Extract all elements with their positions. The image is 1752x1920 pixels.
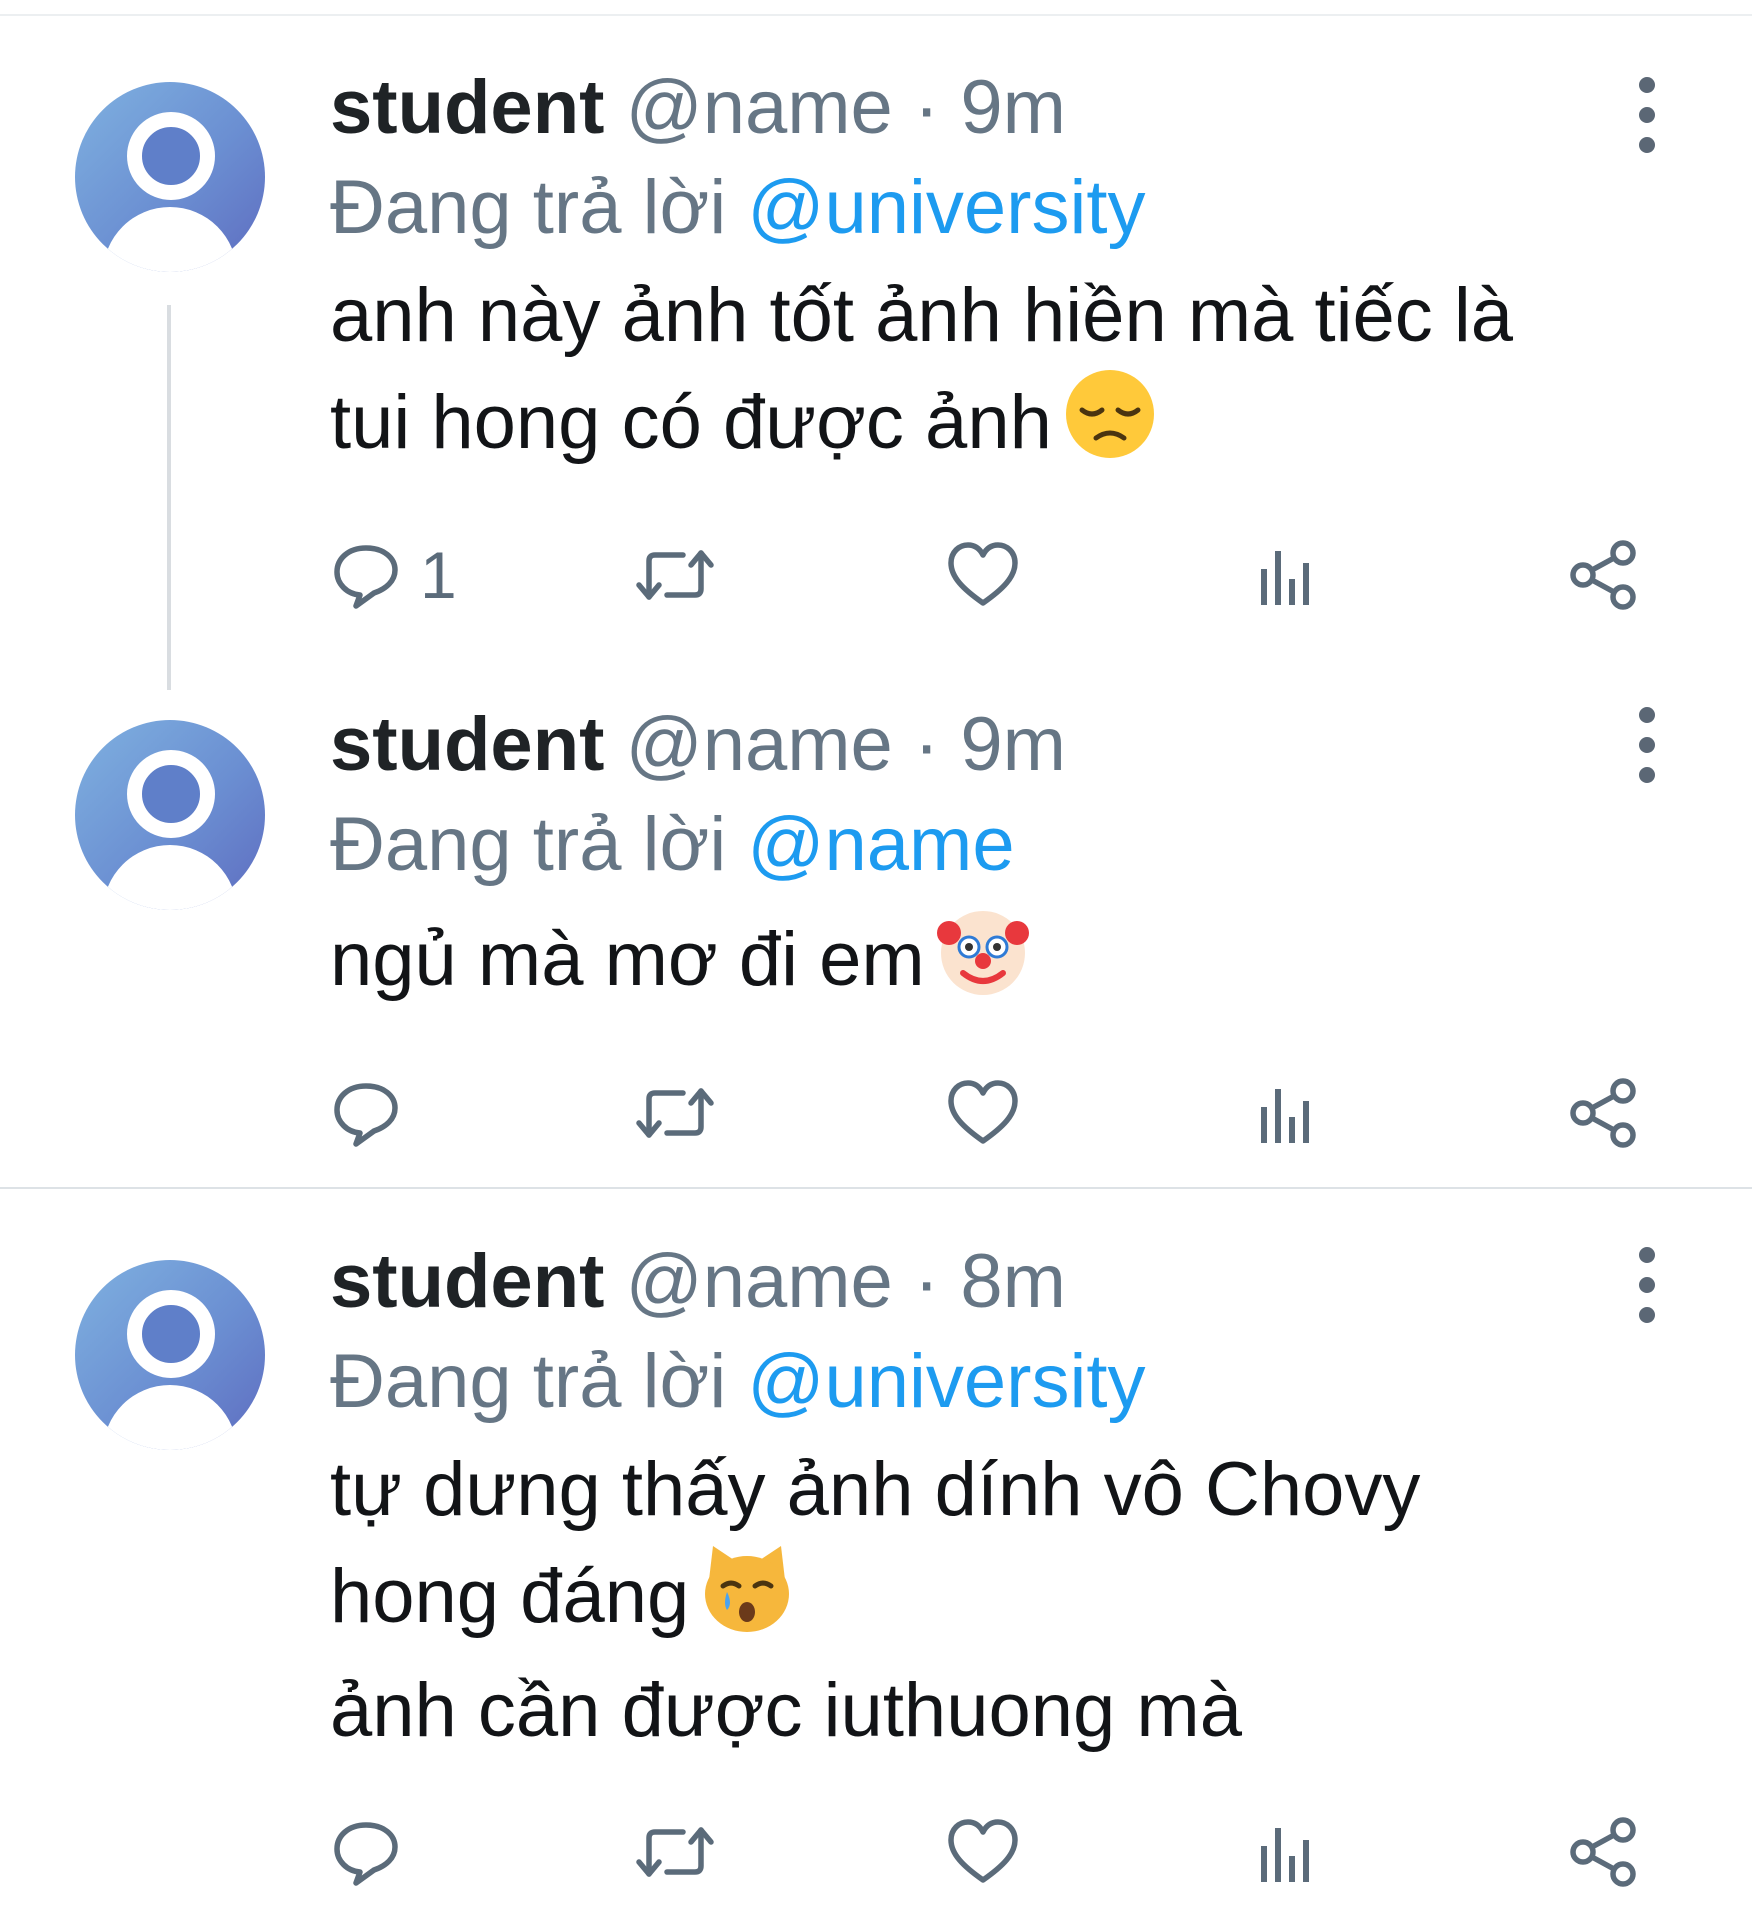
retweet-button[interactable] — [635, 1812, 715, 1892]
heart-icon — [948, 542, 1018, 606]
reply-button[interactable]: 1 — [330, 535, 457, 615]
replying-to-mention[interactable]: @name — [747, 802, 1014, 887]
replying-to: Đang trả lời @university — [330, 1332, 1672, 1432]
avatar[interactable] — [75, 82, 265, 272]
display-name[interactable]: student — [330, 1239, 604, 1324]
tweet-text-line: tự dưng thấy ảnh dính vô Chovy — [330, 1447, 1421, 1532]
reply-icon — [334, 1083, 398, 1147]
tweet-text: anh này ảnh tốt ảnh hiền mà tiếc là tui … — [330, 266, 1672, 487]
separator-dot: · — [913, 1239, 940, 1324]
tweet-header: student @name · 9m — [330, 58, 1672, 158]
tweet-header: student @name · 8m — [330, 1232, 1672, 1332]
replying-to-label: Đang trả lời — [330, 165, 727, 250]
timestamp[interactable]: 8m — [960, 1239, 1066, 1324]
tweet-actions: 1 — [330, 535, 1660, 615]
views-button[interactable] — [1255, 1812, 1319, 1892]
display-name[interactable]: student — [330, 702, 604, 787]
avatar[interactable] — [75, 1260, 265, 1450]
share-icon — [1570, 1078, 1636, 1148]
replying-to: Đang trả lời @university — [330, 158, 1672, 258]
tweet-divider — [0, 1187, 1752, 1189]
crying-cat-face-icon — [699, 1540, 795, 1661]
retweet-icon — [636, 1827, 714, 1877]
reply-count: 1 — [420, 538, 457, 612]
views-icon — [1261, 1828, 1309, 1882]
replying-to-label: Đang trả lời — [330, 1339, 727, 1424]
tweet-text-line: ảnh cần được iuthuong mà — [330, 1668, 1242, 1753]
disappointed-face-icon — [1062, 366, 1158, 487]
share-icon — [1570, 1817, 1636, 1887]
tweet-text-line: hong đáng — [330, 1554, 690, 1639]
timestamp[interactable]: 9m — [960, 702, 1066, 787]
views-icon — [1261, 551, 1309, 605]
clown-face-icon — [935, 903, 1031, 1024]
tweet-actions — [330, 1812, 1660, 1892]
reply-icon — [334, 1822, 398, 1886]
views-button[interactable] — [1255, 535, 1319, 615]
retweet-button[interactable] — [635, 535, 715, 615]
share-button[interactable] — [1565, 1073, 1641, 1153]
share-icon — [1570, 540, 1636, 610]
tweet-text-line: ngủ mà mơ đi em — [330, 917, 925, 1002]
top-separator — [0, 14, 1752, 16]
thread-connector-line — [167, 305, 171, 690]
user-handle[interactable]: @name — [626, 702, 893, 787]
tweet-actions — [330, 1073, 1660, 1153]
user-handle[interactable]: @name — [626, 1239, 893, 1324]
replying-to-label: Đang trả lời — [330, 802, 727, 887]
separator-dot: · — [913, 65, 940, 150]
user-handle[interactable]: @name — [626, 65, 893, 150]
heart-icon — [948, 1819, 1018, 1883]
tweet-text: tự dưng thấy ảnh dính vô Chovy hong đáng… — [330, 1440, 1672, 1761]
separator-dot: · — [913, 702, 940, 787]
replying-to-mention[interactable]: @university — [747, 165, 1145, 250]
share-button[interactable] — [1565, 1812, 1641, 1892]
avatar[interactable] — [75, 720, 265, 910]
tweet-header: student @name · 9m — [330, 695, 1672, 795]
timestamp[interactable]: 9m — [960, 65, 1066, 150]
share-button[interactable] — [1565, 535, 1641, 615]
reply-icon — [334, 545, 398, 609]
retweet-icon — [636, 550, 714, 600]
tweet-text-line: anh này ảnh tốt ảnh hiền mà tiếc là — [330, 273, 1514, 358]
display-name[interactable]: student — [330, 65, 604, 150]
tweet-text-line: tui hong có được ảnh — [330, 380, 1052, 465]
reply-button[interactable] — [330, 1812, 402, 1892]
like-button[interactable] — [945, 535, 1021, 615]
retweet-icon — [636, 1088, 714, 1138]
views-icon — [1261, 1089, 1309, 1143]
like-button[interactable] — [945, 1812, 1021, 1892]
heart-icon — [948, 1080, 1018, 1144]
retweet-button[interactable] — [635, 1073, 715, 1153]
tweet-text: ngủ mà mơ đi em — [330, 903, 1672, 1024]
reply-button[interactable] — [330, 1073, 402, 1153]
replying-to-mention[interactable]: @university — [747, 1339, 1145, 1424]
like-button[interactable] — [945, 1073, 1021, 1153]
replying-to: Đang trả lời @name — [330, 795, 1672, 895]
views-button[interactable] — [1255, 1073, 1319, 1153]
